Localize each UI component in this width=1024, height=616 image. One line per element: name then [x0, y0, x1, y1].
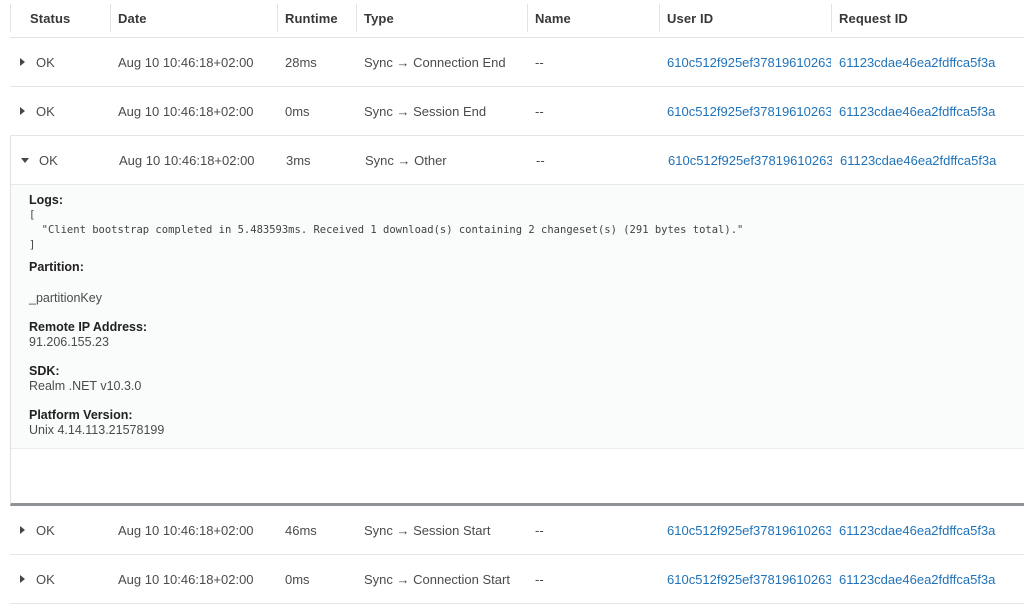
caret-right-icon[interactable] — [20, 58, 26, 66]
logs-open-bracket: [ — [29, 208, 1006, 223]
column-header-request-id: Request ID — [831, 0, 1024, 37]
platform-version-section: Platform Version: Unix 4.14.113.21578199 — [29, 408, 1006, 438]
caret-down-icon[interactable] — [21, 158, 29, 163]
request-id-link[interactable]: 61123cdae46ea2fdffca5f3a — [831, 523, 1024, 538]
type-cell: Sync → Session End — [356, 104, 527, 119]
name-cell: -- — [528, 153, 660, 168]
log-row[interactable]: OK Aug 10 10:46:18+02:00 0ms Sync → Sess… — [10, 87, 1024, 136]
sdk-value: Realm .NET v10.3.0 — [29, 379, 1006, 394]
remote-ip-section: Remote IP Address: 91.206.155.23 — [29, 320, 1006, 350]
user-id-link[interactable]: 610c512f925ef37819610263 — [659, 104, 831, 119]
status-text: OK — [36, 523, 55, 538]
platform-version-value: Unix 4.14.113.21578199 — [29, 423, 1006, 438]
date-cell: Aug 10 10:46:18+02:00 — [110, 55, 277, 70]
remote-ip-label: Remote IP Address: — [29, 320, 1006, 335]
request-id-link[interactable]: 61123cdae46ea2fdffca5f3a — [831, 104, 1024, 119]
column-header-type: Type — [356, 0, 527, 37]
request-id-link[interactable]: 61123cdae46ea2fdffca5f3a — [832, 153, 1024, 168]
date-cell: Aug 10 10:46:18+02:00 — [110, 104, 277, 119]
status-cell: OK — [11, 153, 111, 168]
status-cell: OK — [10, 523, 110, 538]
user-id-link[interactable]: 610c512f925ef37819610263 — [660, 153, 832, 168]
remote-ip-value: 91.206.155.23 — [29, 335, 1006, 350]
logs-close-bracket: ] — [29, 238, 1006, 253]
partition-section: Partition: _partitionKey — [29, 260, 1006, 306]
log-row[interactable]: OK Aug 10 10:46:18+02:00 46ms Sync → Ses… — [10, 506, 1024, 555]
sdk-section: SDK: Realm .NET v10.3.0 — [29, 364, 1006, 394]
name-cell: -- — [527, 523, 659, 538]
type-cell: Sync → Connection End — [356, 55, 527, 70]
status-cell: OK — [10, 55, 110, 70]
caret-right-icon[interactable] — [20, 575, 26, 583]
caret-right-icon[interactable] — [20, 526, 26, 534]
partition-value: _partitionKey — [29, 291, 1006, 306]
table-header: Status Date Runtime Type Name User ID Re… — [10, 0, 1024, 38]
caret-right-icon[interactable] — [20, 107, 26, 115]
log-row-expanded[interactable]: OK Aug 10 10:46:18+02:00 3ms Sync → Othe… — [11, 136, 1024, 185]
status-text: OK — [39, 153, 58, 168]
runtime-cell: 28ms — [277, 55, 356, 70]
column-header-name: Name — [527, 0, 659, 37]
log-row[interactable]: OK Aug 10 10:46:18+02:00 0ms Sync → Conn… — [10, 555, 1024, 604]
status-text: OK — [36, 572, 55, 587]
log-detail-panel: Logs: [ "Client bootstrap completed in 5… — [11, 185, 1024, 449]
status-cell: OK — [10, 572, 110, 587]
status-text: OK — [36, 55, 55, 70]
type-cell: Sync → Other — [357, 153, 528, 168]
date-cell: Aug 10 10:46:18+02:00 — [110, 572, 277, 587]
name-cell: -- — [527, 104, 659, 119]
expanded-entry-footer-spacer — [11, 449, 1024, 503]
log-row[interactable]: OK Aug 10 10:46:18+02:00 28ms Sync → Con… — [10, 38, 1024, 87]
status-cell: OK — [10, 104, 110, 119]
name-cell: -- — [527, 55, 659, 70]
platform-version-label: Platform Version: — [29, 408, 1006, 423]
date-cell: Aug 10 10:46:18+02:00 — [110, 523, 277, 538]
user-id-link[interactable]: 610c512f925ef37819610263 — [659, 572, 831, 587]
user-id-link[interactable]: 610c512f925ef37819610263 — [659, 55, 831, 70]
status-text: OK — [36, 104, 55, 119]
sdk-label: SDK: — [29, 364, 1006, 379]
expanded-log-entry: OK Aug 10 10:46:18+02:00 3ms Sync → Othe… — [10, 136, 1024, 506]
column-header-runtime: Runtime — [277, 0, 356, 37]
logs-section: Logs: [ "Client bootstrap completed in 5… — [29, 193, 1006, 253]
logs-table: Status Date Runtime Type Name User ID Re… — [10, 0, 1024, 604]
partition-label: Partition: — [29, 260, 1006, 275]
runtime-cell: 46ms — [277, 523, 356, 538]
runtime-cell: 3ms — [278, 153, 357, 168]
request-id-link[interactable]: 61123cdae46ea2fdffca5f3a — [831, 572, 1024, 587]
type-cell: Sync → Session Start — [356, 523, 527, 538]
logs-message: "Client bootstrap completed in 5.483593m… — [29, 223, 1006, 238]
request-id-link[interactable]: 61123cdae46ea2fdffca5f3a — [831, 55, 1024, 70]
logs-label: Logs: — [29, 193, 1006, 208]
name-cell: -- — [527, 572, 659, 587]
column-header-user-id: User ID — [659, 0, 831, 37]
type-cell: Sync → Connection Start — [356, 572, 527, 587]
runtime-cell: 0ms — [277, 104, 356, 119]
date-cell: Aug 10 10:46:18+02:00 — [111, 153, 278, 168]
column-header-date: Date — [110, 0, 277, 37]
runtime-cell: 0ms — [277, 572, 356, 587]
user-id-link[interactable]: 610c512f925ef37819610263 — [659, 523, 831, 538]
column-header-status: Status — [10, 0, 110, 37]
